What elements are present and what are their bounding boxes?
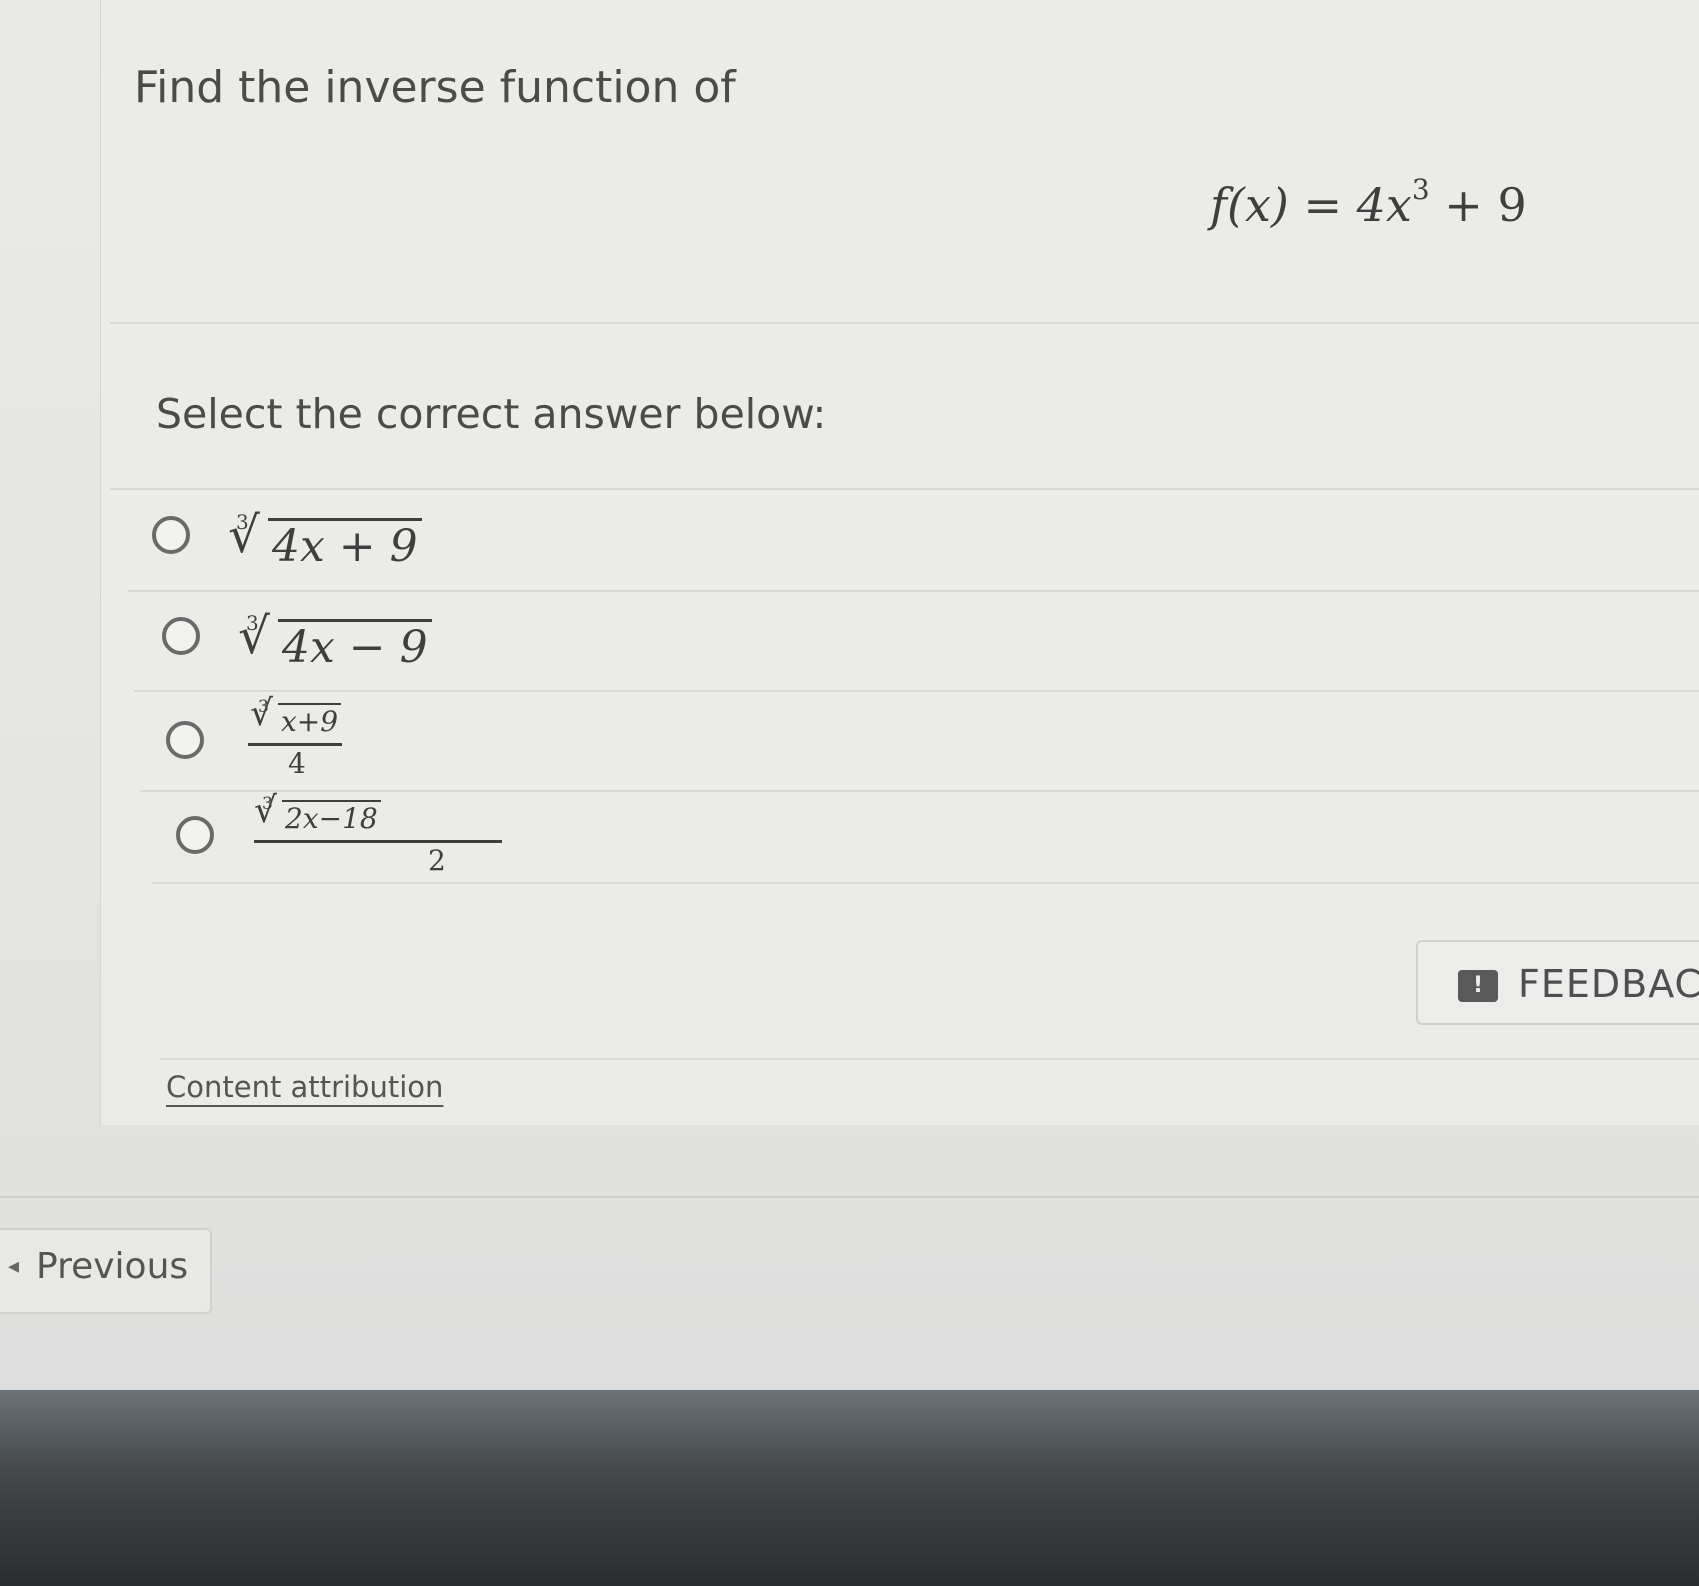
device-bezel bbox=[0, 1390, 1699, 1586]
radio-button[interactable] bbox=[162, 617, 200, 655]
divider bbox=[134, 690, 1699, 692]
radicand: 4x − 9 bbox=[278, 619, 432, 673]
equation-rhs: + 9 bbox=[1429, 178, 1527, 232]
answer-prompt: Select the correct answer below: bbox=[156, 390, 827, 438]
left-caret-icon: ◂ bbox=[8, 1254, 20, 1279]
question-title: Find the inverse function of bbox=[134, 62, 736, 113]
nav-divider bbox=[0, 1196, 1699, 1198]
previous-label: Previous bbox=[36, 1246, 189, 1287]
radio-button[interactable] bbox=[166, 721, 204, 759]
answer-option-1[interactable]: 3 √ 4x + 9 bbox=[120, 490, 1699, 590]
radical-sign-icon: √ bbox=[228, 506, 260, 564]
divider bbox=[152, 882, 1699, 884]
radicand: x+9 bbox=[278, 703, 342, 738]
divider bbox=[110, 322, 1699, 324]
feedback-button[interactable]: ! FEEDBACK bbox=[1416, 940, 1699, 1025]
radical-sign-icon: √ bbox=[254, 790, 277, 831]
divider bbox=[160, 1058, 1699, 1060]
equation-exponent: 3 bbox=[1411, 173, 1430, 206]
feedback-label: FEEDBACK bbox=[1518, 962, 1699, 1006]
fraction-bar bbox=[254, 840, 502, 843]
radio-button[interactable] bbox=[176, 816, 214, 854]
denominator: 2 bbox=[428, 844, 446, 877]
radical-sign-icon: √ bbox=[238, 607, 270, 665]
answer-option-3[interactable]: 3 √ x+9 4 bbox=[120, 693, 1699, 793]
answer-option-4[interactable]: 3 √ 2x−18 2 bbox=[120, 790, 1699, 882]
function-equation: f(x) = 4x3 + 9 bbox=[1210, 173, 1527, 232]
denominator: 4 bbox=[288, 747, 306, 780]
divider bbox=[128, 590, 1699, 592]
radical-sign-icon: √ bbox=[250, 693, 273, 734]
fraction-bar bbox=[248, 743, 342, 746]
equation-lhs: f(x) = 4x bbox=[1210, 178, 1412, 232]
radicand: 4x + 9 bbox=[268, 518, 422, 572]
exclamation-speech-icon: ! bbox=[1458, 970, 1498, 1002]
answer-option-2[interactable]: 3 √ 4x − 9 bbox=[120, 593, 1699, 693]
radio-button[interactable] bbox=[152, 516, 190, 554]
previous-button[interactable]: ◂ Previous bbox=[0, 1228, 212, 1314]
radicand: 2x−18 bbox=[282, 800, 381, 835]
content-attribution-link[interactable]: Content attribution bbox=[166, 1070, 443, 1104]
